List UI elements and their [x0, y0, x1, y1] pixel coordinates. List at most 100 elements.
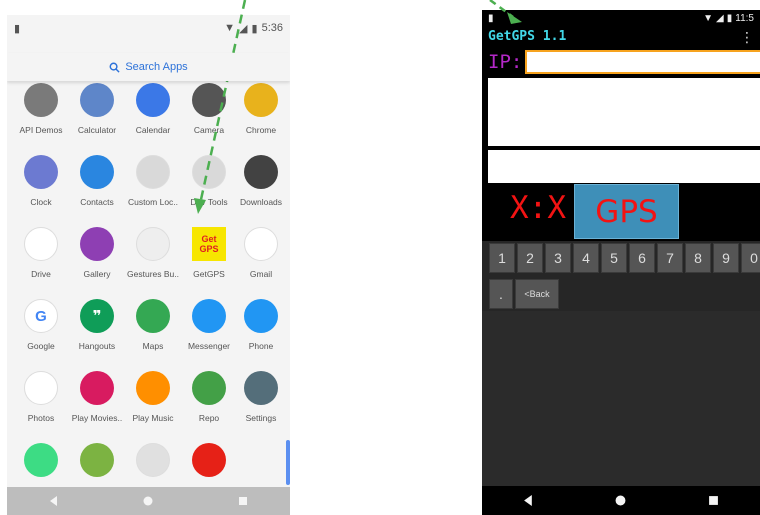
gps-button[interactable]: GPS	[574, 184, 679, 239]
output-text-area[interactable]	[488, 78, 760, 146]
app-label: Play Music	[132, 413, 174, 423]
key-2[interactable]: 2	[517, 243, 543, 273]
app-label: Maps	[142, 341, 164, 351]
app-photos[interactable]: Photos	[13, 371, 69, 423]
app-clock[interactable]: Clock	[13, 155, 69, 207]
key-7[interactable]: 7	[657, 243, 683, 273]
phone-icon	[244, 299, 278, 333]
app-calendar[interactable]: Calendar	[125, 83, 181, 135]
recents-icon[interactable]	[238, 496, 248, 506]
app-chrome[interactable]: Chrome	[233, 83, 289, 135]
app-label: API Demos	[19, 125, 63, 135]
getgps-app-screen: ▮ ▼ ◢ ▮ 11:5 GetGPS 1.1 ⋮ IP: X:X GPS . …	[482, 10, 760, 515]
search-apps-bar[interactable]: Search Apps	[7, 53, 290, 81]
key-8[interactable]: 8	[685, 243, 711, 273]
key-6[interactable]: 6	[629, 243, 655, 273]
app-content: IP: X:X GPS	[482, 46, 760, 241]
app-downloads[interactable]: Downloads	[233, 155, 289, 207]
key-5[interactable]: 5	[601, 243, 627, 273]
key-1[interactable]: 1	[489, 243, 515, 273]
app-gmail[interactable]: Gmail	[233, 227, 289, 279]
app-label: Chrome	[245, 125, 277, 135]
home-icon[interactable]	[143, 496, 153, 506]
wifi-icon: ▼	[703, 13, 714, 24]
key-9[interactable]: 9	[713, 243, 739, 273]
app-label: Photos	[27, 413, 55, 423]
status-time: 11:5	[735, 13, 754, 24]
gallery-icon	[80, 227, 114, 261]
key-back[interactable]: <Back	[515, 279, 559, 309]
widget-preview-icon	[136, 443, 170, 477]
app-api-demos[interactable]: API Demos	[13, 83, 69, 135]
app-gallery[interactable]: Gallery	[69, 227, 125, 279]
gear-icon	[24, 83, 58, 117]
app-drive[interactable]: Drive	[13, 227, 69, 279]
repo-icon	[192, 371, 226, 405]
app-label: Calendar	[135, 125, 171, 135]
app-phone[interactable]: Phone	[233, 299, 289, 351]
app-repo[interactable]: Repo	[181, 371, 237, 423]
drive-icon	[24, 227, 58, 261]
app-custom-loc[interactable]: Custom Loc..	[125, 155, 181, 207]
wifi-icon: ▼	[224, 22, 236, 34]
navigation-bar	[482, 486, 760, 515]
app-getgps[interactable]: Get GPS GetGPS	[181, 227, 237, 279]
calculator-icon	[80, 83, 114, 117]
signal-icon: ◢	[716, 13, 724, 24]
app-maps[interactable]: Maps	[125, 299, 181, 351]
app-label: GetGPS	[193, 269, 225, 279]
app-label: Calculator	[77, 125, 117, 135]
back-icon[interactable]	[49, 496, 59, 506]
app-label: Custom Loc..	[127, 197, 179, 207]
app-play-music[interactable]: Play Music	[125, 371, 181, 423]
webview-icon	[80, 443, 114, 477]
maps-icon	[136, 299, 170, 333]
play-movies-icon	[80, 371, 114, 405]
app-dev-tools[interactable]: Dev Tools	[181, 155, 237, 207]
app-google[interactable]: G Google	[13, 299, 69, 351]
app-label: Google	[27, 341, 55, 351]
coordinates-label: X:X	[510, 190, 566, 226]
messenger-icon	[192, 299, 226, 333]
android-icon	[24, 443, 58, 477]
ip-input[interactable]	[525, 50, 760, 74]
app-contacts[interactable]: Contacts	[69, 155, 125, 207]
gmail-icon	[244, 227, 278, 261]
app-label: Dev Tools	[190, 197, 228, 207]
secondary-text-field[interactable]	[488, 150, 760, 183]
chrome-icon	[244, 83, 278, 117]
app-calculator[interactable]: Calculator	[69, 83, 125, 135]
overflow-menu-icon[interactable]: ⋮	[740, 30, 754, 44]
youtube-icon	[192, 443, 226, 477]
app-gestures-bu[interactable]: Gestures Bu..	[125, 227, 181, 279]
custom-locale-icon	[136, 155, 170, 189]
back-icon[interactable]	[523, 495, 534, 506]
app-label: Gmail	[249, 269, 273, 279]
key-dot[interactable]: .	[489, 279, 513, 309]
app-play-movies[interactable]: Play Movies..	[69, 371, 125, 423]
gestures-icon	[136, 227, 170, 261]
signal-icon: ◢	[239, 22, 248, 35]
app-settings[interactable]: Settings	[233, 371, 289, 423]
key-3[interactable]: 3	[545, 243, 571, 273]
sd-card-icon: ▮	[488, 13, 494, 24]
app-label: Gallery	[83, 269, 111, 279]
app-label: Gestures Bu..	[127, 269, 179, 279]
home-icon[interactable]	[615, 495, 626, 506]
launcher-screen: ▮ ▼ ◢ ▮ 5:36 Search Apps API Demos Calcul…	[7, 15, 290, 515]
ip-label: IP:	[488, 51, 523, 73]
key-0[interactable]: 0	[741, 243, 760, 273]
dev-tools-icon	[192, 155, 226, 189]
app-label: Downloads	[239, 197, 283, 207]
app-label: Camera	[193, 125, 225, 135]
search-label: Search Apps	[125, 61, 188, 73]
settings-icon	[244, 371, 278, 405]
scrollbar[interactable]	[286, 440, 290, 485]
sd-card-icon: ▮	[14, 22, 21, 35]
app-hangouts[interactable]: ❞ Hangouts	[69, 299, 125, 351]
app-camera[interactable]: Camera	[181, 83, 237, 135]
key-4[interactable]: 4	[573, 243, 599, 273]
recents-icon[interactable]	[708, 495, 719, 506]
app-label: Clock	[30, 197, 52, 207]
app-messenger[interactable]: Messenger	[181, 299, 237, 351]
